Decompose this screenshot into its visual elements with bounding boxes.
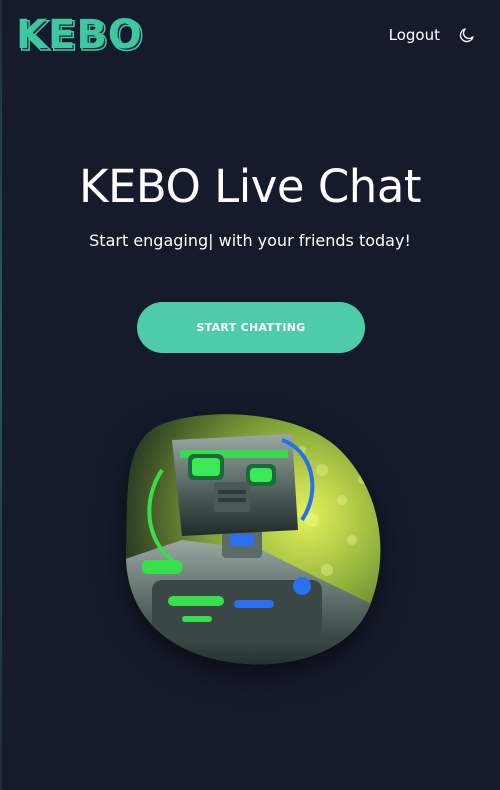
nav-actions: Logout [389, 26, 476, 44]
hero-subtitle: Start engaging| with your friends today! [89, 231, 411, 250]
left-edge-accent [0, 0, 2, 790]
kebo-logo[interactable]: KEBO KEBO [16, 14, 164, 56]
landing-page: KEBO KEBO Logout KEBO Live Chat Start en… [0, 0, 500, 790]
moon-icon[interactable] [458, 26, 476, 44]
start-chatting-button[interactable]: START CHATTING [137, 302, 365, 353]
hero-title: KEBO Live Chat [78, 160, 422, 213]
robot-illustration [125, 414, 381, 665]
navbar: KEBO KEBO Logout [0, 0, 500, 74]
logo-text: KEBO [16, 14, 143, 56]
logout-link[interactable]: Logout [389, 26, 440, 44]
